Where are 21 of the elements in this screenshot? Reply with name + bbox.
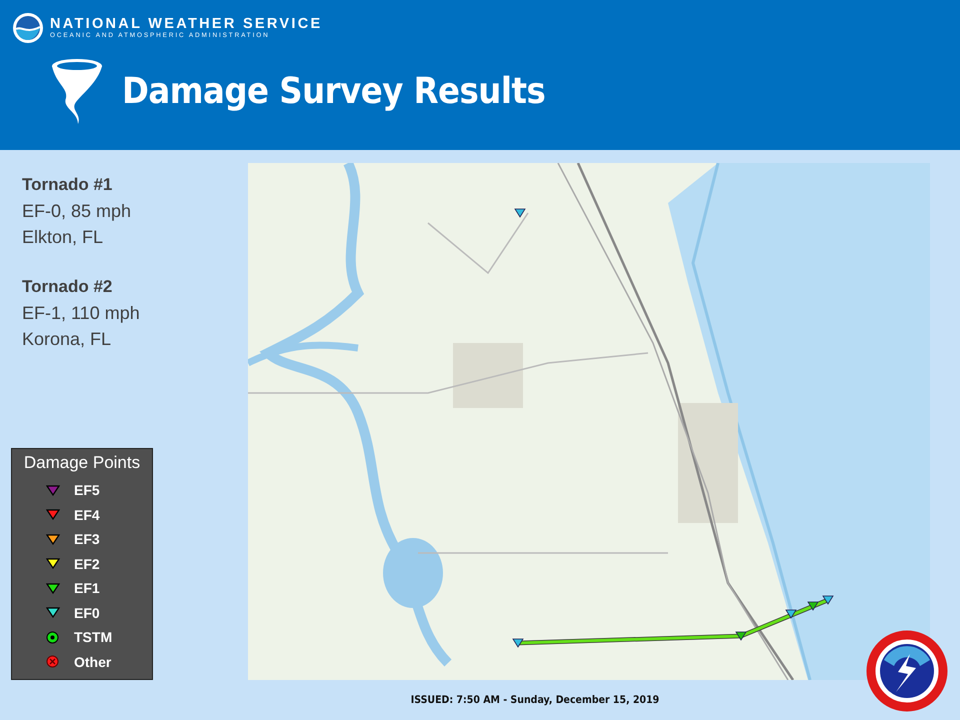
tornado-icon	[50, 58, 104, 124]
tornado-rating: EF-0, 85 mph	[22, 200, 132, 223]
issued-time: ISSUED: 7:50 AM - Sunday, December 15, 2019	[410, 694, 660, 706]
legend-label: EF4	[74, 506, 101, 523]
legend-label: TSTM	[74, 629, 114, 646]
legend-label: Other	[74, 654, 112, 670]
agency-logo-icon	[12, 12, 44, 44]
tornado-location: Elkton, FL	[22, 226, 104, 249]
tornado-title: Tornado #1	[22, 174, 114, 196]
legend-label: EF5	[74, 482, 101, 498]
legend-label: EF2	[74, 556, 101, 572]
legend-label: EF0	[74, 604, 101, 621]
page-title: Damage Survey Results	[122, 70, 546, 112]
tornado-location: Korona, FL	[22, 328, 112, 351]
weather-service-logo-icon	[866, 630, 948, 712]
agency-name: NATIONAL WEATHER SERVICE	[50, 16, 322, 32]
legend-label: EF3	[74, 531, 101, 548]
legend-title: Damage Points	[24, 452, 140, 474]
tornado-rating: EF-1, 110 mph	[22, 302, 141, 325]
legend-label: EF1	[74, 580, 101, 596]
tornado-title: Tornado #2	[22, 276, 114, 298]
